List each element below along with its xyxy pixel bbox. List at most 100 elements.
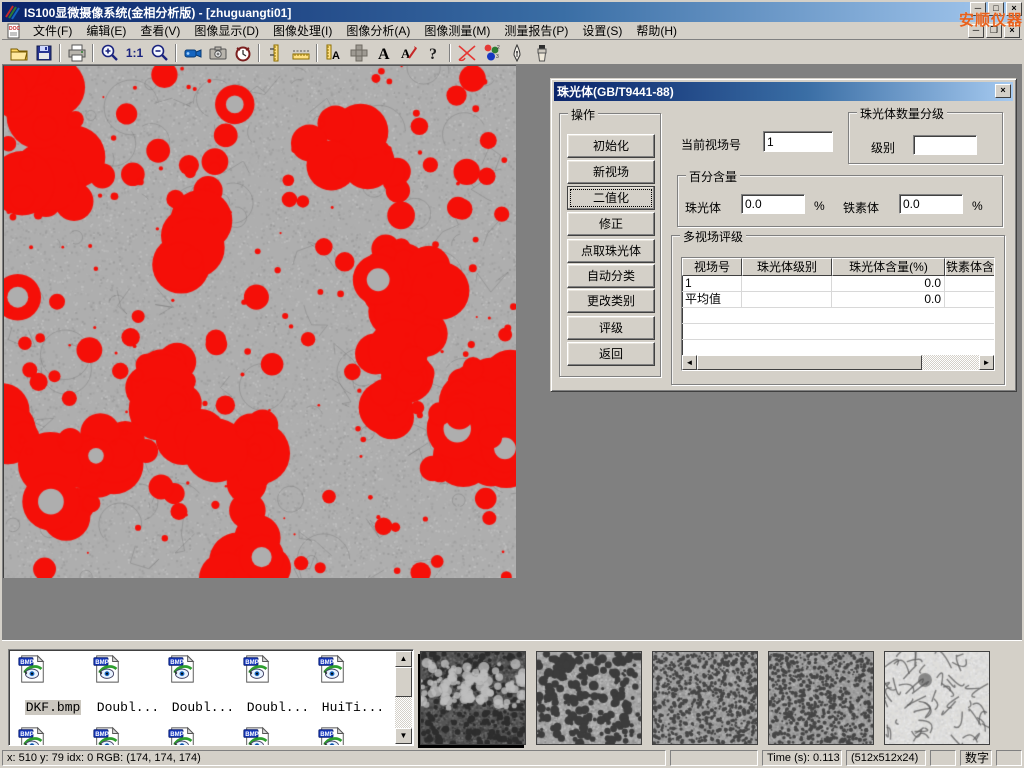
caliper-icon (266, 43, 286, 63)
col-field-no[interactable]: 视场号 (682, 258, 742, 276)
return-button[interactable]: 返回 (567, 342, 655, 366)
current-field-label: 当前视场号 (681, 136, 741, 153)
dialog-close-button[interactable]: × (995, 84, 1011, 98)
menu-edit[interactable]: 编辑(E) (79, 20, 133, 41)
caliper-vertical-button[interactable] (263, 42, 288, 64)
menu-bar: DOC 文件(F) 编辑(E) 查看(V) 图像显示(D) 图像处理(I) 图像… (2, 22, 1022, 40)
micrograph-image[interactable] (4, 66, 516, 578)
binarize-button[interactable]: 二值化 (567, 186, 655, 210)
table-row[interactable]: 1 0.0 (682, 276, 994, 292)
menu-image-display[interactable]: 图像显示(D) (187, 20, 266, 41)
table-row-empty (682, 340, 994, 356)
grid-tool-button[interactable] (346, 42, 371, 64)
cell-ferrite (945, 276, 995, 291)
menu-image-process[interactable]: 图像处理(I) (266, 20, 339, 41)
new-field-button[interactable]: 新视场 (567, 160, 655, 184)
file-item[interactable] (92, 726, 164, 746)
table-row[interactable]: 平均值 0.0 (682, 292, 994, 308)
floppy-icon (34, 43, 54, 63)
thumbnail-3[interactable] (652, 651, 758, 745)
auto-classify-button[interactable]: 自动分类 (567, 264, 655, 288)
multi-field-group-label: 多视场评级 (680, 228, 746, 245)
thumbnail-5[interactable] (884, 651, 990, 745)
bmp-file-icon (92, 654, 122, 684)
camera-capture-button[interactable] (205, 42, 230, 64)
open-file-button[interactable] (6, 42, 31, 64)
menu-file[interactable]: 文件(F) (26, 20, 79, 41)
file-item[interactable] (167, 726, 239, 746)
table-horizontal-scrollbar[interactable]: ◄ ► (682, 355, 994, 370)
text-annotate-button[interactable]: A (371, 42, 396, 64)
file-browser[interactable]: DKF.bmp Doubl... Doubl... Doubl... HuiTi… (8, 649, 414, 746)
measure-text-button[interactable]: A (321, 42, 346, 64)
menu-view[interactable]: 查看(V) (133, 20, 187, 41)
thumbnail-1[interactable] (420, 651, 526, 745)
svg-text:?: ? (429, 46, 437, 63)
file-item[interactable] (242, 726, 314, 746)
cell-content: 0.0 (832, 276, 945, 291)
scroll-down-button[interactable]: ▼ (395, 728, 412, 744)
menu-image-measure[interactable]: 图像测量(M) (417, 20, 497, 41)
grade-level-input[interactable] (913, 135, 977, 155)
col-ferrite-content[interactable]: 铁素体含量(%) (945, 258, 995, 276)
correct-button[interactable]: 修正 (567, 212, 655, 236)
multi-field-table[interactable]: 视场号 珠光体级别 珠光体含量(%) 铁素体含量(%) 1 0.0 平均值 0.… (681, 257, 995, 371)
col-pearlite-content[interactable]: 珠光体含量(%) (832, 258, 945, 276)
file-item[interactable] (317, 726, 389, 746)
menu-measure-report[interactable]: 测量报告(P) (497, 20, 575, 41)
print-button[interactable] (64, 42, 89, 64)
brush-tool-button[interactable] (529, 42, 554, 64)
pen-tool-button[interactable] (504, 42, 529, 64)
status-image-size: (512x512x24) (846, 750, 926, 766)
menu-settings[interactable]: 设置(S) (575, 20, 629, 41)
current-field-input[interactable] (763, 131, 833, 152)
cell-ferrite (945, 292, 995, 307)
col-pearlite-grade[interactable]: 珠光体级别 (742, 258, 832, 276)
video-capture-button[interactable] (180, 42, 205, 64)
thumbnail-2[interactable] (536, 651, 642, 745)
ferrite-percent-input[interactable] (899, 194, 963, 214)
classify-balls-button[interactable]: 23 (479, 42, 504, 64)
menu-help[interactable]: 帮助(H) (629, 20, 684, 41)
toolbar-separator (92, 44, 94, 62)
curve-tool-button[interactable] (454, 42, 479, 64)
file-item[interactable]: Doubl... (242, 654, 314, 715)
scroll-thumb[interactable] (395, 667, 412, 697)
file-item[interactable]: Doubl... (167, 654, 239, 715)
timer-button[interactable] (230, 42, 255, 64)
scroll-right-button[interactable]: ► (979, 355, 994, 370)
status-empty-1 (670, 750, 758, 766)
table-row-empty (682, 308, 994, 324)
file-item[interactable]: HuiTi... (317, 654, 389, 715)
pick-pearlite-button[interactable]: 点取珠光体 (567, 239, 655, 263)
file-item[interactable]: Doubl... (92, 654, 164, 715)
menu-image-analysis[interactable]: 图像分析(A) (339, 20, 417, 41)
pearlite-percent-input[interactable] (741, 194, 805, 214)
zoom-out-button[interactable] (147, 42, 172, 64)
bottom-panel: DKF.bmp Doubl... Doubl... Doubl... HuiTi… (2, 640, 1022, 748)
bmp-file-icon (17, 654, 47, 684)
save-button[interactable] (31, 42, 56, 64)
file-browser-scrollbar[interactable]: ▲ ▼ (395, 651, 412, 744)
file-item[interactable] (17, 726, 89, 746)
grade-button[interactable]: 评级 (567, 316, 655, 340)
ruler-horizontal-button[interactable] (288, 42, 313, 64)
init-button[interactable]: 初始化 (567, 134, 655, 158)
scroll-thumb[interactable] (697, 355, 922, 370)
help-button[interactable]: ? (421, 42, 446, 64)
status-empty-2 (930, 750, 956, 766)
window-title: IS100显微摄像系统(金相分析版) - [zhuguangti01] (24, 4, 291, 21)
bmp-file-icon (317, 654, 347, 684)
scroll-up-button[interactable]: ▲ (395, 651, 412, 667)
thumbnail-4[interactable] (768, 651, 874, 745)
dialog-title-bar[interactable]: 珠光体(GB/T9441-88) (554, 82, 1013, 101)
scroll-left-button[interactable]: ◄ (682, 355, 697, 370)
text-edit-button[interactable]: A (396, 42, 421, 64)
pearlite-dialog: 珠光体(GB/T9441-88) × 操作 初始化 新视场 二值化 修正 点取珠… (550, 78, 1017, 392)
scroll-track[interactable] (922, 355, 979, 370)
zoom-1to1-button[interactable]: 1:1 (122, 42, 147, 64)
file-item[interactable]: DKF.bmp (17, 654, 89, 715)
zoom-in-button[interactable] (97, 42, 122, 64)
toolbar-separator (449, 44, 451, 62)
change-class-button[interactable]: 更改类别 (567, 289, 655, 313)
